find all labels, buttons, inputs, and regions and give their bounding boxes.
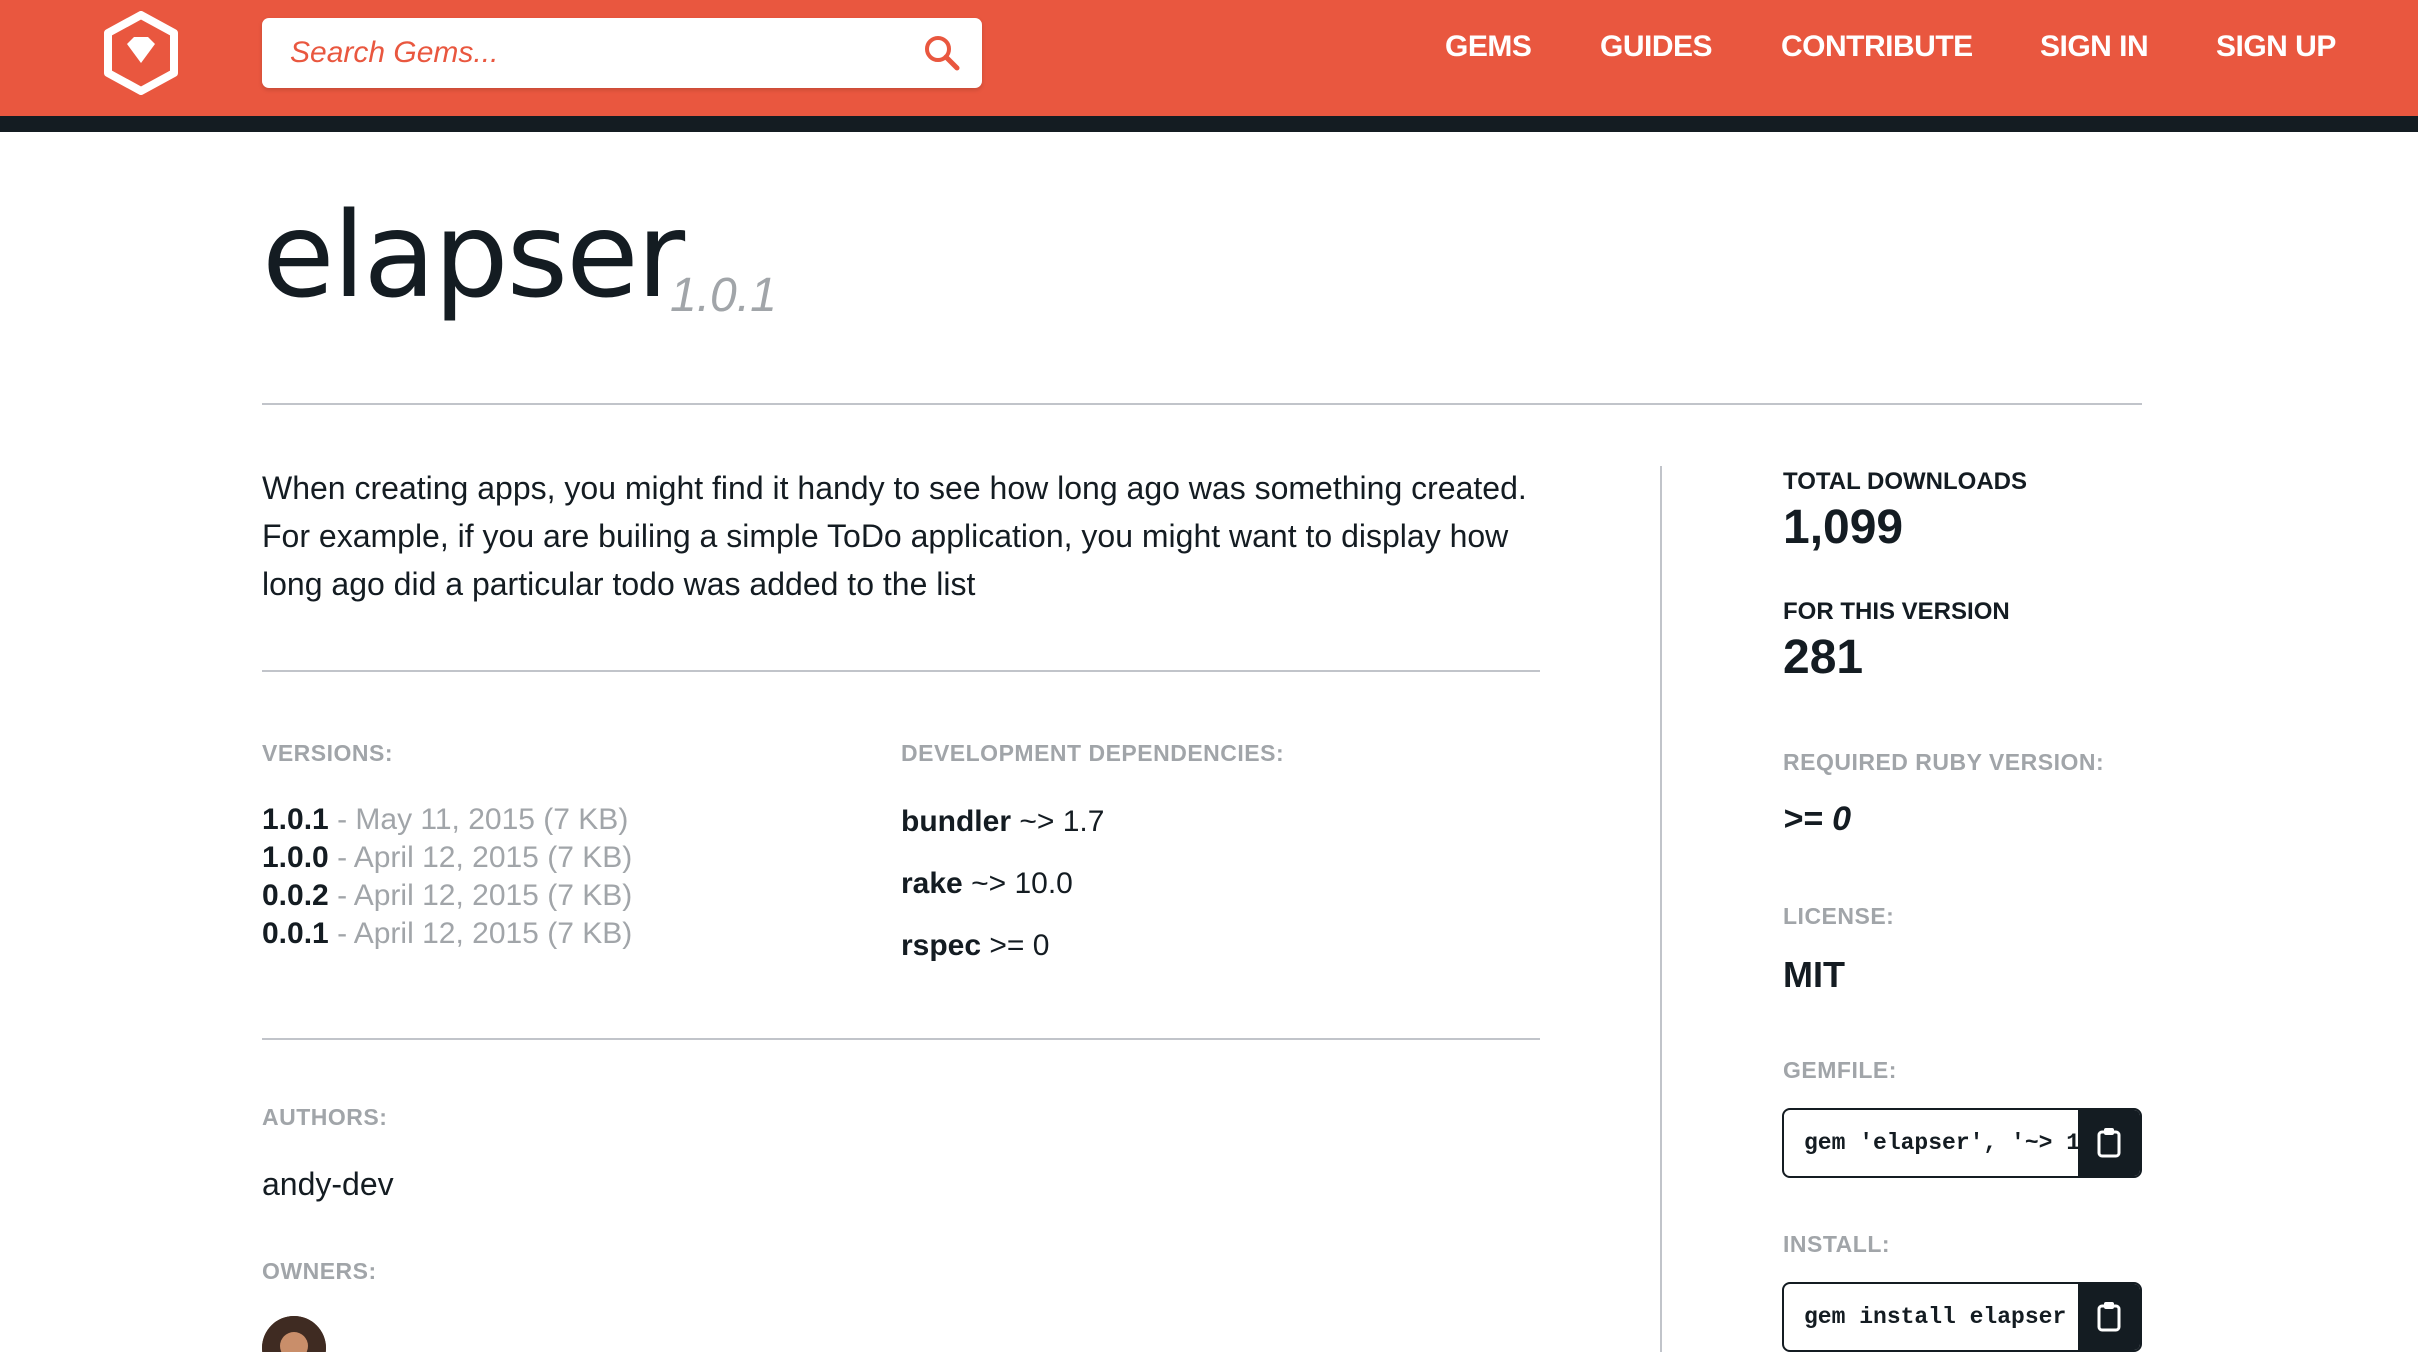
title-divider [262, 403, 2142, 405]
rubygems-logo-icon[interactable] [102, 11, 180, 95]
versions-label: VERSIONS: [262, 740, 394, 766]
ruby-version-label: REQUIRED RUBY VERSION: [1783, 749, 2105, 775]
license-label: LICENSE: [1783, 903, 1895, 929]
dependency-link[interactable]: rake [901, 867, 963, 900]
sidebar-divider [1660, 466, 1662, 1352]
search-box [262, 18, 982, 88]
version-link[interactable]: 0.0.1 [262, 917, 329, 950]
version-meta: - April 12, 2015 (7 KB) [328, 917, 633, 950]
version-meta: - April 12, 2015 (7 KB) [328, 879, 633, 912]
dependency-requirement: ~> 10.0 [962, 867, 1073, 900]
ruby-version-value: >= 0 [1783, 800, 1852, 838]
install-snippet: gem install elapser [1782, 1282, 2142, 1352]
install-code[interactable]: gem install elapser [1804, 1284, 2094, 1350]
owners-label: OWNERS: [262, 1258, 377, 1284]
install-label: INSTALL: [1783, 1231, 1891, 1257]
author-name: andy-dev [262, 1166, 394, 1202]
version-item: 0.0.1 - April 12, 2015 (7 KB) [262, 915, 632, 953]
copy-gemfile-button[interactable] [2078, 1110, 2140, 1176]
gemfile-label: GEMFILE: [1783, 1057, 1897, 1083]
site-header: GEMS GUIDES CONTRIBUTE SIGN IN SIGN UP [0, 0, 2418, 116]
nav-gems[interactable]: GEMS [1445, 30, 1532, 64]
version-link[interactable]: 1.0.1 [262, 803, 329, 836]
description-divider [262, 670, 1540, 672]
dependency-item: rspec >= 0 [901, 929, 1049, 963]
version-meta: - April 12, 2015 (7 KB) [328, 841, 633, 874]
version-link[interactable]: 0.0.2 [262, 879, 329, 912]
total-downloads-value: 1,099 [1783, 501, 1904, 554]
dependency-item: rake ~> 10.0 [901, 867, 1073, 901]
dependency-requirement: ~> 1.7 [1011, 805, 1105, 838]
avatar-image [262, 1316, 326, 1352]
version-item: 1.0.1 - May 11, 2015 (7 KB) [262, 801, 628, 839]
search-icon[interactable] [922, 33, 962, 73]
search-input[interactable] [262, 18, 902, 88]
nav-sign-up[interactable]: SIGN UP [2216, 30, 2336, 64]
gemfile-snippet: gem 'elapser', '~> 1.0', '>= 1.0.1' [1782, 1108, 2142, 1178]
dependency-link[interactable]: rspec [901, 929, 981, 962]
license-value[interactable]: MIT [1783, 954, 1845, 996]
clipboard-icon [2097, 1302, 2121, 1332]
version-item: 1.0.0 - April 12, 2015 (7 KB) [262, 839, 632, 877]
nav-contribute[interactable]: CONTRIBUTE [1781, 30, 1973, 64]
version-meta: - May 11, 2015 (7 KB) [328, 803, 629, 836]
authors-label: AUTHORS: [262, 1104, 388, 1130]
version-link[interactable]: 1.0.0 [262, 841, 329, 874]
copy-install-button[interactable] [2078, 1284, 2140, 1350]
version-downloads-value: 281 [1783, 631, 1864, 684]
dependency-link[interactable]: bundler [901, 805, 1011, 838]
header-border [0, 116, 2418, 132]
nav-guides[interactable]: GUIDES [1600, 30, 1713, 64]
dependency-requirement: >= 0 [981, 929, 1050, 962]
dependency-item: bundler ~> 1.7 [901, 805, 1104, 839]
version-downloads-label: FOR THIS VERSION [1783, 598, 2010, 625]
dependencies-label: DEVELOPMENT DEPENDENCIES: [901, 740, 1285, 766]
total-downloads-label: TOTAL DOWNLOADS [1783, 468, 2027, 495]
dependencies-divider [262, 1038, 1540, 1040]
gemfile-code[interactable]: gem 'elapser', '~> 1.0', '>= 1.0.1' [1804, 1110, 2094, 1176]
gem-name: elapser [262, 186, 685, 324]
nav-sign-in[interactable]: SIGN IN [2040, 30, 2149, 64]
clipboard-icon [2097, 1128, 2121, 1158]
gem-description: When creating apps, you might find it ha… [262, 470, 1527, 602]
owner-avatar[interactable] [262, 1316, 326, 1352]
version-item: 0.0.2 - April 12, 2015 (7 KB) [262, 877, 632, 915]
gem-version: 1.0.1 [670, 269, 777, 322]
